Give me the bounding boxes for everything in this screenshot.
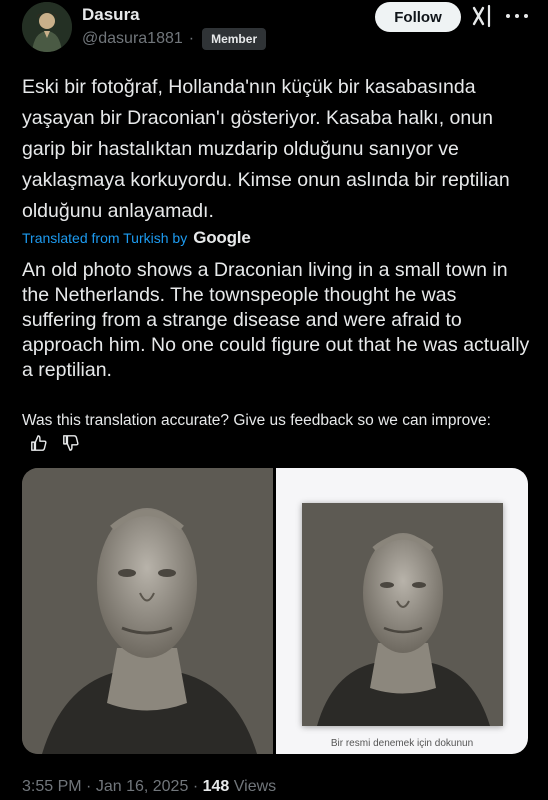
more-dot	[524, 14, 528, 18]
separator: ·	[188, 30, 195, 47]
follow-button[interactable]: Follow	[375, 2, 461, 32]
tweet-date[interactable]: Jan 16, 2025	[96, 778, 189, 795]
media-photo-right[interactable]: Bir resmi denemek için dokunun	[276, 468, 528, 754]
tweet-translation-text: An old photo shows a Draconian living in…	[22, 259, 530, 381]
tweet-header: Dasura @dasura1881 · Member Follow	[0, 0, 548, 62]
tweet-media[interactable]: Bir resmi denemek için dokunun	[22, 468, 528, 754]
feedback-icons	[30, 434, 80, 452]
grok-icon[interactable]	[470, 4, 494, 28]
meta-separator: ·	[86, 778, 96, 795]
handle-row: @dasura1881 · Member	[82, 28, 267, 50]
meta-separator: ·	[192, 778, 203, 795]
translation-attribution: Translated from Turkish by Google	[22, 228, 251, 248]
more-icon[interactable]	[506, 6, 528, 26]
tweet-original-text: Eski bir fotoğraf, Hollanda'nın küçük bi…	[22, 76, 510, 222]
media-photo-left[interactable]	[22, 468, 273, 754]
google-logo: Google	[193, 228, 251, 247]
author-handle[interactable]: @dasura1881	[82, 30, 183, 48]
translation-feedback: Was this translation accurate? Give us f…	[22, 410, 522, 454]
author-name[interactable]: Dasura	[82, 5, 140, 25]
tweet-meta: 3:55 PM · Jan 16, 2025 · 148 Views	[22, 778, 276, 796]
translated-from-link[interactable]: Translated from Turkish by	[22, 230, 187, 246]
media-caption: Bir resmi denemek için dokunun	[330, 738, 474, 749]
thumbs-down-icon[interactable]	[62, 434, 80, 452]
more-dot	[515, 14, 519, 18]
thumbs-up-icon[interactable]	[30, 434, 48, 452]
inner-photo	[302, 503, 503, 726]
feedback-text: Was this translation accurate? Give us f…	[22, 412, 491, 429]
avatar[interactable]	[22, 2, 72, 52]
views-label: Views	[233, 778, 277, 795]
more-dot	[506, 14, 510, 18]
views-count: 148	[202, 778, 230, 795]
tweet-time[interactable]: 3:55 PM	[22, 778, 82, 795]
member-badge[interactable]: Member	[202, 28, 267, 50]
